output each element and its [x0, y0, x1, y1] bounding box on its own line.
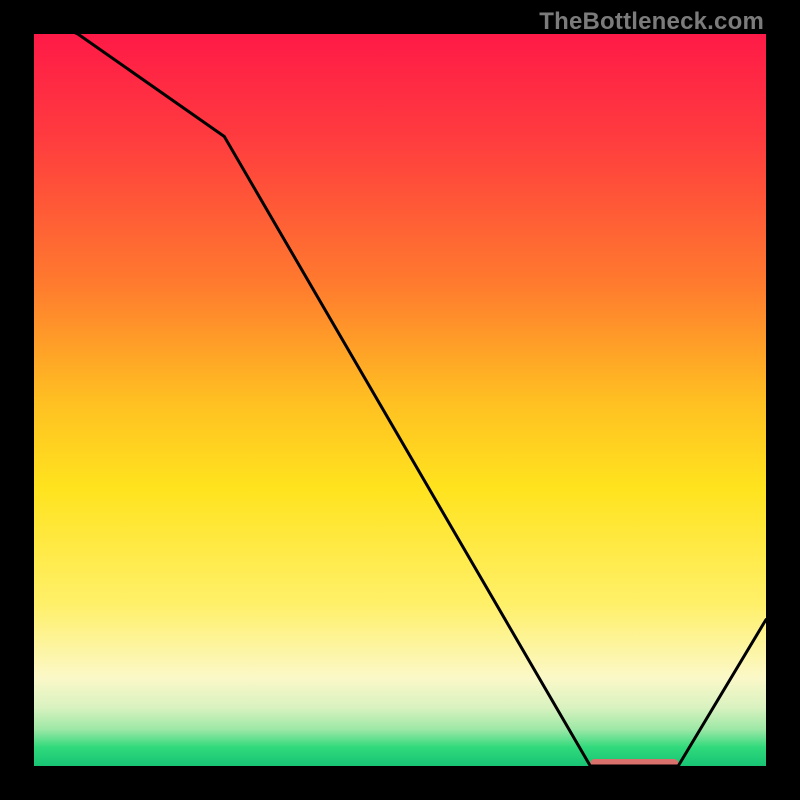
bottleneck-chart: [34, 34, 766, 766]
chart-frame: [34, 34, 766, 766]
watermark-text: TheBottleneck.com: [539, 8, 764, 36]
gradient-background: [34, 34, 766, 766]
